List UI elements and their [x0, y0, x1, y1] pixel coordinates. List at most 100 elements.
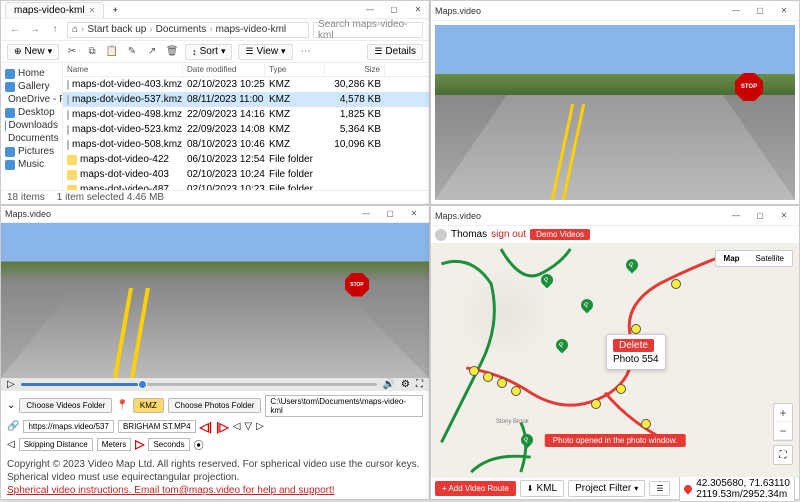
rename-icon[interactable]: ✎ [125, 45, 139, 59]
zoom-in-button[interactable]: + [774, 404, 792, 422]
up-button[interactable]: ↑ [47, 22, 63, 38]
sidebar-item[interactable]: Downloads [3, 119, 60, 132]
seek-slider[interactable] [21, 383, 377, 386]
maximize-button[interactable]: ▢ [749, 209, 771, 223]
parking-pin[interactable] [581, 299, 595, 313]
record-icon[interactable]: ⦿ [194, 437, 204, 452]
choose-videos-button[interactable]: Choose Videos Folder [19, 398, 112, 413]
maximize-button[interactable]: ▢ [749, 4, 771, 18]
table-row[interactable]: maps-dot-video-537.kmz08/11/2023 11:00KM… [63, 92, 429, 107]
view-button[interactable]: ☰ View ▾ [238, 44, 292, 60]
avatar[interactable] [435, 229, 447, 241]
kml-button[interactable]: ⬇ KML [520, 480, 564, 497]
photo-pin[interactable] [641, 419, 651, 429]
sidebar-item[interactable]: Music [3, 158, 60, 171]
fullscreen-icon[interactable]: ⛶ [416, 379, 423, 390]
sidebar-item[interactable]: OneDrive - Pers [3, 93, 60, 106]
photo-pin[interactable] [469, 366, 479, 376]
photo-pin[interactable] [497, 378, 507, 388]
kmz-button[interactable]: KMZ [133, 398, 164, 413]
photo-pin[interactable] [591, 399, 601, 409]
details-button[interactable]: ☰ Details [367, 44, 423, 60]
maximize-button[interactable]: ▢ [379, 207, 401, 221]
sidebar-item[interactable]: Home [3, 67, 60, 80]
prev-frame-button[interactable]: ◁| [200, 420, 213, 434]
play-button[interactable]: ▷ [135, 437, 144, 451]
zoom-out-button[interactable]: − [774, 422, 792, 440]
map-type-satellite[interactable]: Satellite [748, 251, 792, 266]
choose-photos-button[interactable]: Choose Photos Folder [168, 398, 262, 413]
close-button[interactable]: ✕ [773, 209, 795, 223]
prev-icon[interactable]: ◁ [7, 439, 15, 450]
breadcrumb[interactable]: ⌂ ›Start back up ›Documents ›maps-video-… [67, 22, 309, 38]
delete-button[interactable]: Delete [613, 339, 654, 352]
map-canvas[interactable]: Delete Photo 554 Stony Brook Map Satelli… [431, 244, 799, 477]
settings-icon[interactable]: ⚙ [401, 379, 410, 390]
table-row[interactable]: maps-dot-video-42206/10/2023 12:54File f… [63, 152, 429, 167]
copy-icon[interactable]: ⧉ [85, 45, 99, 59]
pin-icon[interactable]: 📍 [116, 400, 128, 411]
photo-pin[interactable] [631, 324, 641, 334]
share-icon[interactable]: ↗ [145, 45, 159, 59]
photo-pin[interactable] [483, 372, 493, 382]
add-route-button[interactable]: + Add Video Route [435, 481, 516, 496]
minimize-button[interactable]: — [725, 209, 747, 223]
project-filter[interactable]: Project Filter ▾ [568, 480, 645, 497]
signout-link[interactable]: sign out [491, 229, 526, 240]
sort-button[interactable]: ↕ Sort ▾ [185, 44, 232, 60]
play-icon[interactable]: ▷ [7, 379, 15, 390]
table-row[interactable]: maps-dot-video-403.kmz02/10/2023 10:25KM… [63, 77, 429, 92]
sidebar-item[interactable]: Desktop [3, 106, 60, 119]
demo-videos-button[interactable]: Demo Videos [530, 229, 590, 240]
skip-back-button[interactable]: ◁ [233, 421, 241, 432]
maximize-button[interactable]: ▢ [383, 3, 405, 17]
video-viewport[interactable]: STOP [1, 223, 429, 378]
fullscreen-button[interactable]: ⛶ [773, 445, 793, 465]
link-icon[interactable]: 🔗 [7, 421, 19, 432]
delete-icon[interactable]: 🗑 [165, 45, 179, 59]
map-type-map[interactable]: Map [716, 251, 748, 266]
back-button[interactable]: ← [7, 22, 23, 38]
more-icon[interactable]: ⋯ [299, 45, 313, 59]
seconds-input[interactable]: Seconds [148, 438, 189, 451]
parking-pin[interactable] [626, 259, 640, 273]
new-button[interactable]: ⊕ New ▾ [7, 44, 59, 60]
chevron-down-icon[interactable]: ⌄ [7, 400, 15, 411]
paste-icon[interactable]: 📋 [105, 45, 119, 59]
meters-select[interactable]: Meters [97, 438, 131, 451]
close-button[interactable]: ✕ [407, 3, 429, 17]
table-row[interactable]: maps-dot-video-523.kmz22/09/2023 14:08KM… [63, 122, 429, 137]
minimize-button[interactable]: — [355, 207, 377, 221]
minimize-button[interactable]: — [725, 4, 747, 18]
close-icon[interactable]: ✕ [89, 6, 96, 15]
table-row[interactable]: maps-dot-video-48702/10/2023 10:23File f… [63, 182, 429, 190]
table-row[interactable]: maps-dot-video-498.kmz22/09/2023 14:16KM… [63, 107, 429, 122]
cut-icon[interactable]: ✂ [65, 45, 79, 59]
parking-pin[interactable] [556, 339, 570, 353]
sidebar-item[interactable]: Documents [3, 132, 60, 145]
support-link[interactable]: Spherical video instructions. Email tom@… [7, 484, 423, 497]
sidebar-item[interactable]: Gallery [3, 80, 60, 93]
search-input[interactable]: Search maps-video-kml [313, 22, 423, 38]
explorer-tab[interactable]: maps-video-kml✕ [5, 2, 104, 18]
table-row[interactable]: maps-dot-video-40302/10/2023 10:24File f… [63, 167, 429, 182]
parking-pin[interactable] [541, 274, 555, 288]
parking-pin[interactable] [521, 434, 535, 448]
photo-pin[interactable] [616, 384, 626, 394]
sidebar-item[interactable]: Pictures [3, 145, 60, 158]
volume-icon[interactable]: 🔊 [383, 379, 395, 390]
minimize-button[interactable]: — [359, 3, 381, 17]
url-input[interactable]: https://maps.video/537 [23, 420, 114, 433]
table-header[interactable]: Name Date modified Type Size [63, 63, 429, 77]
skip-down-button[interactable]: ▽ [244, 421, 252, 432]
photo-pin[interactable] [511, 386, 521, 396]
table-row[interactable]: maps-dot-video-508.kmz08/10/2023 10:46KM… [63, 137, 429, 152]
skip-fwd-button[interactable]: ▷ [256, 421, 264, 432]
forward-button[interactable]: → [27, 22, 43, 38]
photo-pin[interactable] [671, 279, 681, 289]
new-tab-button[interactable]: + [106, 2, 124, 18]
layers-button[interactable]: ☰ [649, 481, 670, 496]
close-button[interactable]: ✕ [403, 207, 425, 221]
next-frame-button[interactable]: |▷ [216, 420, 229, 434]
close-button[interactable]: ✕ [773, 4, 795, 18]
